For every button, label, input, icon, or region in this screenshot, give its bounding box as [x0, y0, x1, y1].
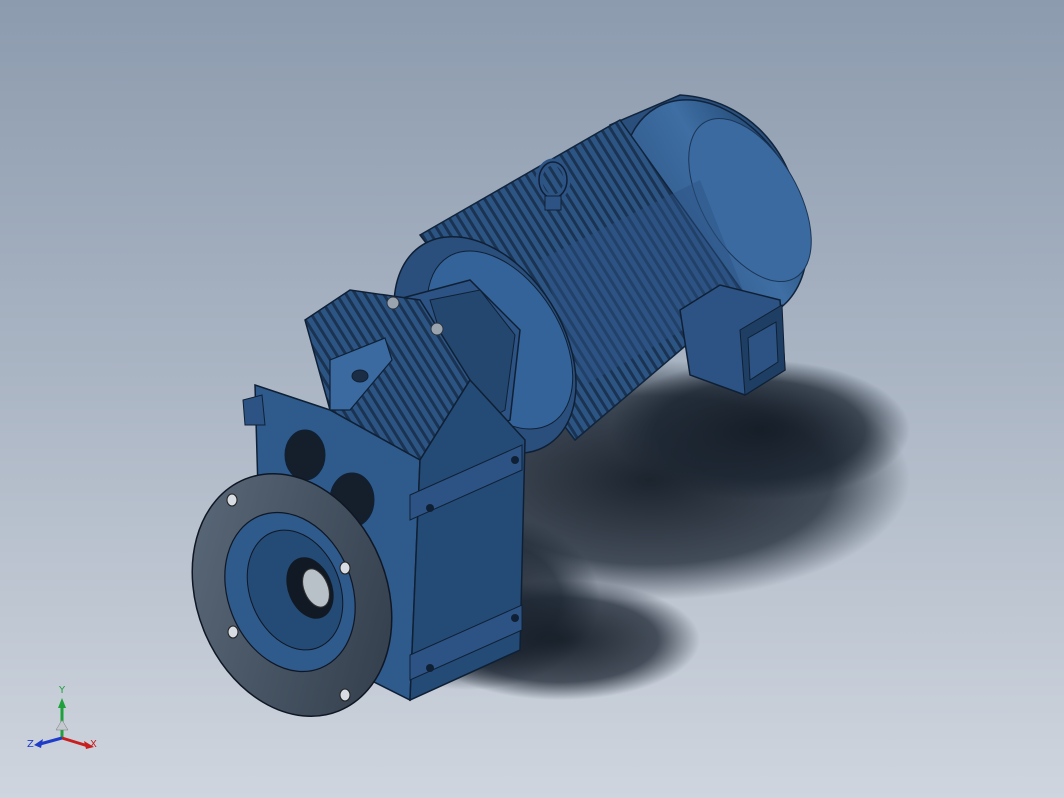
y-axis-label: Y [59, 685, 66, 696]
z-axis-label: Z [27, 739, 34, 750]
gear-motor-model[interactable] [0, 0, 1064, 798]
3d-viewport[interactable]: Y X Z [0, 0, 1064, 798]
z-axis-line [39, 736, 63, 746]
z-axis-arrow-icon [34, 739, 43, 748]
x-axis-line [61, 736, 89, 748]
triad-origin-icon [55, 719, 69, 731]
axis-triad: Y X Z [26, 686, 106, 756]
y-axis-arrow-icon [58, 698, 66, 708]
x-axis-label: X [90, 739, 97, 750]
